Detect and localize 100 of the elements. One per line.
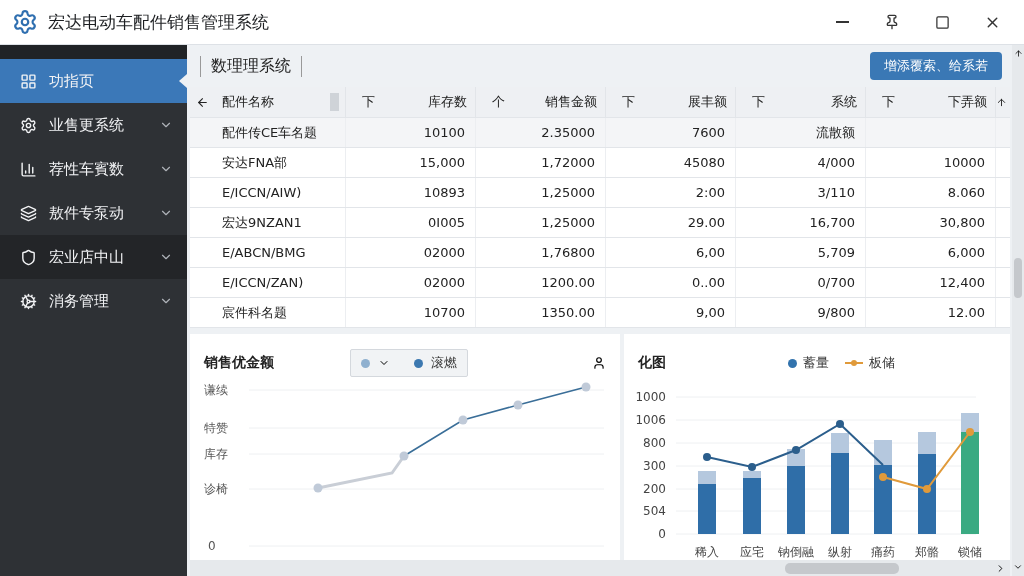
minimize-icon [835,21,849,23]
axis-label: 稀入 [695,545,719,559]
pin-icon [884,14,900,30]
table-cell: 6,00 [696,245,725,260]
axis-label: 应宅 [740,545,764,559]
sort-indicator[interactable]: 下 [882,93,895,111]
menu-icon [20,292,37,310]
table-cell: 12,400 [939,275,985,290]
table-cell: 10000 [943,155,985,170]
axis-label: 痛药 [871,545,895,559]
table-cell: 45080 [683,155,725,170]
table-cell: 1350.00 [541,305,595,320]
axis-label: 谦续 [204,383,228,397]
table-cell: 10893 [423,185,465,200]
table-cell: 6,000 [947,245,985,260]
up-arrow-icon[interactable] [996,96,1007,108]
menu-icon [20,204,37,222]
table-cell: 1,25000 [541,215,595,230]
window-title: 宏达电动车配件销售管理系统 [48,10,270,34]
axis-label: 300 [643,459,666,473]
legend-label: 蓄量 [803,354,829,372]
scroll-down-icon[interactable] [1013,562,1023,572]
table-cell: 02000 [423,275,465,290]
horizontal-scrollbar[interactable] [190,560,1010,576]
table-cell: 安达FNA部 [222,153,288,172]
column-header[interactable]: 下弄额 [948,93,987,111]
sort-indicator[interactable]: 下 [362,93,375,111]
sidebar-item[interactable]: 业售更系统 [0,103,187,147]
table-cell: 3/110 [817,185,855,200]
back-arrow-icon[interactable] [196,95,209,109]
table-cell: 12.00 [947,305,985,320]
table-cell: 8.060 [947,185,985,200]
axis-label: 800 [643,436,666,450]
axis-label: 钠倒融 [778,545,814,559]
table-cell: 4/000 [817,155,855,170]
table-cell: 1200.00 [541,275,595,290]
sidebar-item[interactable]: 功指页 [0,59,187,103]
legend-dot-icon [414,358,423,368]
table-cell: 0/700 [817,275,855,290]
scroll-up-icon[interactable] [1013,49,1023,58]
table-cell: E/ABCN/BMG [222,245,306,260]
axis-label: 诊椅 [204,482,228,496]
axis-label: 0 [658,527,666,541]
legend-box[interactable]: 滚燃 [350,349,468,377]
column-header[interactable]: 展丰额 [688,93,727,111]
series-marker-icon [361,358,370,368]
sort-indicator[interactable]: 下 [752,93,765,111]
menu-icon [20,248,37,266]
table-cell: 30,800 [939,215,985,230]
axis-label: 库存 [204,447,228,461]
table-cell: 9,00 [696,305,725,320]
table-cell: 1,72000 [541,155,595,170]
table-cell: E/ICCN/ZAN) [222,275,304,290]
bar [743,471,761,534]
action-button[interactable]: 增添覆索、给系若 [870,52,1002,80]
table-cell: 9/800 [817,305,855,320]
axis-label: 1006 [635,413,666,427]
table-cell: 流散额 [816,123,855,142]
maximize-icon [934,14,950,30]
axis-label: 504 [643,504,666,518]
table-cell: 02000 [423,245,465,260]
table-cell: 7600 [691,125,725,140]
column-header[interactable]: 销售金额 [545,93,597,111]
axis-label: 1000 [635,390,666,404]
table-cell: 1,25000 [541,185,595,200]
user-icon[interactable] [592,356,606,370]
table-cell: 配件传CE车名题 [222,123,318,142]
table-cell: 2:00 [695,185,725,200]
axis-label: 锁储 [958,545,982,559]
legend-label: 板储 [869,354,895,372]
chart-title: 销售优金额 [204,354,274,372]
menu-icon [20,72,37,90]
axis-label: 200 [643,482,666,496]
legend-dot-icon [788,358,797,368]
table-cell: 宸件科名题 [222,303,287,322]
legend-label: 滚燃 [431,354,457,372]
legend-line-icon [845,359,863,367]
table-cell: 宏达9NZAN1 [222,213,302,232]
sidebar-item[interactable]: 宏业店中山 [0,235,187,279]
sort-indicator[interactable]: 个 [492,93,505,111]
table-cell: 1,76800 [541,245,595,260]
sidebar-item[interactable]: 敖件专泵动 [0,191,187,235]
sort-indicator[interactable]: 下 [622,93,635,111]
column-header[interactable]: 系统 [831,93,857,111]
resize-handle-icon[interactable] [330,93,339,111]
column-header[interactable]: 配件名称 [222,93,274,111]
vertical-scrollbar[interactable] [1012,45,1024,576]
column-header[interactable]: 库存数 [428,93,467,111]
table-cell: 2.35000 [541,125,595,140]
scroll-thumb[interactable] [1014,258,1022,298]
sidebar-item[interactable]: 荐性车賓数 [0,147,187,191]
menu-icon [20,160,37,178]
sidebar-item[interactable]: 消务管理 [0,279,187,323]
table-cell: 16,700 [809,215,855,230]
axis-label: 0 [208,539,216,553]
gear-logo-icon [12,9,38,35]
table-cell: 0..00 [691,275,725,290]
scroll-thumb[interactable] [785,562,899,574]
table-cell: E/ICCN/AIW) [222,185,302,200]
table-cell: 10700 [423,305,465,320]
